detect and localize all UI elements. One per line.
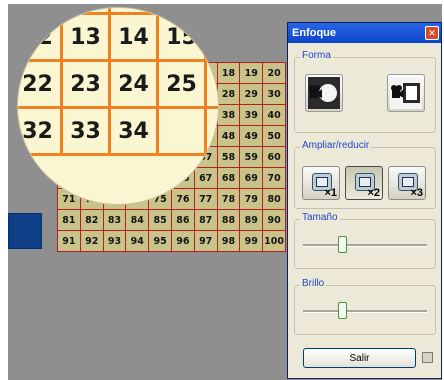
magnified-cell: 22 xyxy=(18,62,63,109)
blue-tile[interactable] xyxy=(8,213,42,249)
magnified-board: 12341112131415212223242531323334 xyxy=(18,8,218,156)
zoom-x1-label: ×1 xyxy=(324,187,337,199)
size-group: Tamaño xyxy=(294,212,436,269)
magnified-cell: 12 xyxy=(18,15,63,62)
board-cell: 80 xyxy=(263,189,286,210)
brightness-slider-track[interactable] xyxy=(303,310,427,313)
brightness-group-label: Brillo xyxy=(300,278,327,289)
board-cell: 50 xyxy=(263,126,286,147)
board-cell: 83 xyxy=(103,210,127,231)
board-cell: 68 xyxy=(217,168,241,189)
board-cell: 76 xyxy=(171,189,195,210)
board-cell: 100 xyxy=(263,231,286,252)
board-cell: 92 xyxy=(80,231,104,252)
board-cell: 79 xyxy=(240,189,264,210)
board-cell: 86 xyxy=(171,210,195,231)
board-cell: 29 xyxy=(240,84,264,105)
enfoque-window: Enfoque ✕ Forma Ampliar/reducir ×1 ×2 ×3… xyxy=(287,22,442,379)
board-cell: 49 xyxy=(240,126,264,147)
magnified-cell: 24 xyxy=(111,62,159,109)
board-cell: 38 xyxy=(217,105,241,126)
magnified-cell xyxy=(207,15,218,62)
magnified-cell: 14 xyxy=(111,15,159,62)
board-cell: 18 xyxy=(217,63,241,84)
board-cell: 90 xyxy=(263,210,286,231)
projector-circle-icon xyxy=(308,77,340,109)
projector-rectangle-icon xyxy=(390,77,422,109)
board-cell: 97 xyxy=(194,231,218,252)
zoom-x3-label: ×3 xyxy=(410,187,423,199)
board-cell: 81 xyxy=(58,210,81,231)
magnified-cell xyxy=(159,8,207,15)
board-cell: 59 xyxy=(240,147,264,168)
board-cell: 94 xyxy=(126,231,150,252)
magnified-cell: 15 xyxy=(159,15,207,62)
magnified-cell: 13 xyxy=(63,15,111,62)
board-cell: 82 xyxy=(80,210,104,231)
magnified-cell: 4 xyxy=(111,8,159,15)
board-cell: 69 xyxy=(240,168,264,189)
zoom-x3-button[interactable]: ×3 xyxy=(388,166,426,200)
board-cell: 96 xyxy=(171,231,195,252)
brightness-group: Brillo xyxy=(294,278,436,335)
board-cell: 99 xyxy=(240,231,264,252)
board-cell: 84 xyxy=(126,210,150,231)
board-cell: 48 xyxy=(217,126,241,147)
zoom-group-label: Ampliar/reducir xyxy=(300,140,372,151)
shape-group: Forma xyxy=(294,50,436,133)
board-cell: 70 xyxy=(263,168,286,189)
shape-group-label: Forma xyxy=(300,50,333,61)
size-group-label: Tamaño xyxy=(300,212,340,223)
magnified-cell: 32 xyxy=(18,109,63,156)
window-title: Enfoque xyxy=(292,27,336,39)
exit-button[interactable]: Salir xyxy=(303,348,416,368)
board-cell: 98 xyxy=(217,231,241,252)
zoom-x1-button[interactable]: ×1 xyxy=(302,166,340,200)
board-cell: 87 xyxy=(194,210,218,231)
board-cell: 93 xyxy=(103,231,127,252)
board-cell: 78 xyxy=(217,189,241,210)
zoom-group: Ampliar/reducir ×1 ×2 ×3 xyxy=(294,140,436,209)
magnified-cell xyxy=(207,8,218,15)
circle-spotlight-button[interactable] xyxy=(305,74,343,112)
magnified-cell xyxy=(207,62,218,109)
board-cell: 20 xyxy=(263,63,286,84)
magnified-cell: 3 xyxy=(63,8,111,15)
brightness-slider-thumb[interactable] xyxy=(337,302,347,319)
board-cell: 58 xyxy=(217,147,241,168)
magnifier-lens[interactable]: 12341112131415212223242531323334 xyxy=(18,8,218,204)
rectangle-spotlight-button[interactable] xyxy=(387,74,425,112)
magnified-cell xyxy=(159,109,207,156)
magnified-cell: 25 xyxy=(159,62,207,109)
title-bar[interactable]: Enfoque ✕ xyxy=(288,23,441,43)
close-icon[interactable]: ✕ xyxy=(425,26,439,40)
board-cell: 88 xyxy=(217,210,241,231)
board-cell: 40 xyxy=(263,105,286,126)
board-cell: 67 xyxy=(194,168,218,189)
board-cell: 19 xyxy=(240,63,264,84)
zoom-x2-label: ×2 xyxy=(367,187,380,199)
magnified-cell: 34 xyxy=(111,109,159,156)
board-cell: 89 xyxy=(240,210,264,231)
magnified-cell xyxy=(207,109,218,156)
size-slider-thumb[interactable] xyxy=(337,236,347,253)
magnified-cell: 2 xyxy=(18,8,63,15)
board-cell: 39 xyxy=(240,105,264,126)
board-cell: 91 xyxy=(58,231,81,252)
zoom-x2-button[interactable]: ×2 xyxy=(345,166,383,200)
board-cell: 60 xyxy=(263,147,286,168)
board-cell: 85 xyxy=(149,210,172,231)
magnified-cell: 33 xyxy=(63,109,111,156)
board-cell: 28 xyxy=(217,84,241,105)
size-slider-track[interactable] xyxy=(303,244,427,247)
board-cell: 30 xyxy=(263,84,286,105)
board-cell: 95 xyxy=(149,231,172,252)
magnified-cell: 23 xyxy=(63,62,111,109)
resize-grip-icon[interactable] xyxy=(422,352,433,363)
board-cell: 77 xyxy=(194,189,218,210)
